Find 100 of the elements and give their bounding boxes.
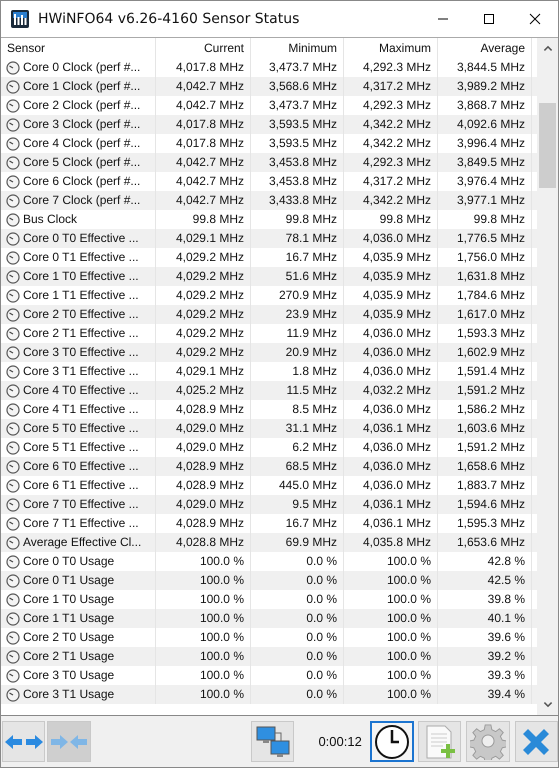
gauge-icon — [6, 80, 20, 94]
maximum-value: 4,036.0 MHz — [344, 457, 438, 476]
minimum-value: 9.5 MHz — [251, 495, 344, 514]
settings-button[interactable] — [466, 721, 510, 762]
gauge-icon — [6, 498, 20, 512]
sensor-name: Core 3 T1 Usage — [23, 686, 114, 703]
sensor-name: Core 1 Clock (perf #... — [23, 78, 140, 95]
sensor-name: Core 5 Clock (perf #... — [23, 154, 140, 171]
gauge-icon — [6, 630, 20, 644]
current-value: 4,042.7 MHz — [156, 191, 251, 210]
current-value: 4,029.1 MHz — [156, 229, 251, 248]
sensor-name: Core 0 Clock (perf #... — [23, 59, 140, 76]
minimum-value: 3,593.5 MHz — [251, 115, 344, 134]
gauge-icon — [6, 384, 20, 398]
sensor-name: Core 3 T1 Effective ... — [23, 363, 139, 380]
minimum-value: 3,433.8 MHz — [251, 191, 344, 210]
gauge-icon — [6, 554, 20, 568]
minimum-value: 3,453.8 MHz — [251, 153, 344, 172]
average-value: 1,594.6 MHz — [438, 495, 532, 514]
expand-button[interactable] — [2, 721, 46, 762]
average-value: 1,591.2 MHz — [438, 381, 532, 400]
sensor-name: Core 7 T1 Effective ... — [23, 515, 139, 532]
sensor-name: Core 3 Clock (perf #... — [23, 116, 140, 133]
network-button[interactable] — [250, 721, 294, 762]
column-header[interactable]: Current — [156, 38, 251, 58]
current-value: 4,042.7 MHz — [156, 153, 251, 172]
current-value: 100.0 % — [156, 647, 251, 666]
column-header[interactable]: Average — [438, 38, 532, 58]
sensor-name: Core 2 T0 Usage — [23, 629, 114, 646]
minimum-value: 68.5 MHz — [251, 457, 344, 476]
sensor-name: Core 2 Clock (perf #... — [23, 97, 140, 114]
gauge-icon — [6, 668, 20, 682]
maximum-value: 100.0 % — [344, 571, 438, 590]
current-value: 4,029.0 MHz — [156, 495, 251, 514]
sensor-name: Core 2 T0 Effective ... — [23, 306, 139, 323]
minimum-value: 0.0 % — [251, 685, 344, 704]
maximum-value: 4,292.3 MHz — [344, 153, 438, 172]
average-value: 1,653.6 MHz — [438, 533, 532, 552]
gauge-icon — [6, 346, 20, 360]
close-icon — [529, 13, 541, 25]
gauge-icon — [6, 440, 20, 454]
gauge-icon — [6, 574, 20, 588]
maximum-value: 4,036.0 MHz — [344, 229, 438, 248]
clock-button[interactable] — [370, 721, 414, 762]
close-button[interactable] — [514, 721, 558, 762]
average-value: 39.2 % — [438, 647, 532, 666]
maximum-value: 4,032.2 MHz — [344, 381, 438, 400]
current-value: 100.0 % — [156, 609, 251, 628]
current-value: 100.0 % — [156, 571, 251, 590]
sensor-name: Core 0 T1 Effective ... — [23, 249, 139, 266]
sensor-name: Core 0 T0 Effective ... — [23, 230, 139, 247]
gauge-icon — [6, 592, 20, 606]
average-value: 1,617.0 MHz — [438, 305, 532, 324]
scrollbar[interactable] — [537, 38, 558, 715]
maximum-value: 100.0 % — [344, 685, 438, 704]
maximum-value: 4,342.2 MHz — [344, 115, 438, 134]
sensor-name: Core 5 T0 Effective ... — [23, 420, 139, 437]
elapsed-time: 0:00:12 — [318, 734, 362, 749]
sensor-name: Core 2 T1 Effective ... — [23, 325, 139, 342]
gauge-icon — [6, 98, 20, 112]
window-title: HWiNFO64 v6.26-4160 Sensor Status — [38, 11, 300, 27]
maximum-value: 4,342.2 MHz — [344, 191, 438, 210]
sensor-name: Core 1 T0 Usage — [23, 591, 114, 608]
minimum-value: 23.9 MHz — [251, 305, 344, 324]
sensor-name: Core 1 T0 Effective ... — [23, 268, 139, 285]
sensor-name: Core 0 T0 Usage — [23, 553, 114, 570]
column-header[interactable]: Minimum — [251, 38, 344, 58]
sensor-name: Core 4 T1 Effective ... — [23, 401, 139, 418]
current-value: 4,025.2 MHz — [156, 381, 251, 400]
minimum-value: 51.6 MHz — [251, 267, 344, 286]
maximum-value: 4,035.9 MHz — [344, 267, 438, 286]
sensor-name: Core 4 T0 Effective ... — [23, 382, 139, 399]
average-value: 1,602.9 MHz — [438, 343, 532, 362]
gauge-icon — [6, 402, 20, 416]
average-value: 4,092.6 MHz — [438, 115, 532, 134]
column-header[interactable]: Maximum — [344, 38, 438, 58]
settings-icon — [470, 724, 506, 760]
sensor-name: Core 7 T0 Effective ... — [23, 496, 139, 513]
average-value: 40.1 % — [438, 609, 532, 628]
maximum-value: 100.0 % — [344, 647, 438, 666]
gauge-icon — [6, 612, 20, 626]
gauge-icon — [6, 174, 20, 188]
current-value: 4,029.2 MHz — [156, 267, 251, 286]
maximize-icon — [483, 13, 495, 25]
minimum-value: 20.9 MHz — [251, 343, 344, 362]
gauge-icon — [6, 536, 20, 550]
app-icon — [10, 9, 30, 29]
maximum-value: 4,036.1 MHz — [344, 419, 438, 438]
sensor-name: Core 6 T1 Effective ... — [23, 477, 139, 494]
sensor-name: Core 3 T0 Usage — [23, 667, 114, 684]
sensor-name: Core 6 Clock (perf #... — [23, 173, 140, 190]
maximum-value: 4,036.1 MHz — [344, 495, 438, 514]
minimum-value: 31.1 MHz — [251, 419, 344, 438]
column-header[interactable]: Sensor — [1, 38, 156, 58]
current-value: 4,028.8 MHz — [156, 533, 251, 552]
sensor-name: Core 6 T0 Effective ... — [23, 458, 139, 475]
maximum-value: 4,036.0 MHz — [344, 343, 438, 362]
gauge-icon — [6, 60, 20, 74]
gauge-icon — [6, 516, 20, 530]
scroll-thumb[interactable] — [539, 103, 556, 188]
